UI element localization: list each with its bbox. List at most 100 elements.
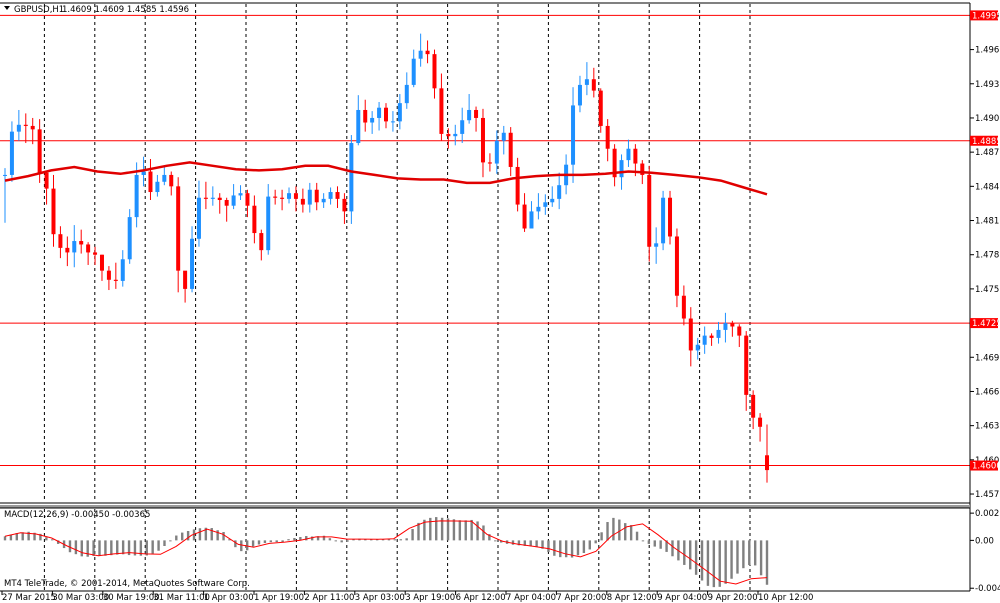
candle-body xyxy=(501,132,506,141)
candle-body xyxy=(522,204,527,229)
macd-histogram-bar xyxy=(482,525,485,541)
candle-body xyxy=(224,200,229,206)
candle-body xyxy=(79,241,84,245)
candle-body xyxy=(619,160,624,178)
macd-histogram-bar xyxy=(564,540,568,558)
macd-histogram-bar xyxy=(612,517,615,541)
macd-histogram-bar xyxy=(198,528,202,541)
macd-histogram-bar xyxy=(405,538,408,541)
candle-body xyxy=(494,140,499,164)
candle-body xyxy=(702,335,707,345)
price-tick-label: 1.4665 xyxy=(975,387,1000,397)
macd-histogram-bar xyxy=(470,519,473,541)
candle-body xyxy=(446,133,451,137)
candle-body xyxy=(363,109,368,123)
macd-histogram-bar xyxy=(464,520,467,541)
price-axis: 1.4995 1.4965 1.4935 1.4905 1.4875 1.4845 1.48… xyxy=(970,11,1000,500)
macd-histogram-bar xyxy=(175,535,178,541)
candle-body xyxy=(557,185,562,199)
candle-body xyxy=(453,133,458,137)
time-tick-label: 3 Apr 19:00 xyxy=(405,593,455,603)
macd-histogram-bar xyxy=(340,540,343,543)
candle-body xyxy=(487,162,492,164)
candle-body xyxy=(72,241,77,253)
candle-body xyxy=(176,186,181,271)
candle-body xyxy=(342,198,347,212)
macd-histogram-bar xyxy=(181,532,184,541)
copyright-label: MT4 TeleTrade, © 2001-2014, MetaQuotes S… xyxy=(4,579,250,589)
candle-body xyxy=(404,84,409,104)
candle-body xyxy=(377,107,382,118)
time-axis: 27 Mar 201530 Mar 03:0030 Mar 19:0031 Ma… xyxy=(1,591,813,603)
macd-histogram-bar xyxy=(458,520,462,541)
candle-body xyxy=(543,202,548,207)
candle-body xyxy=(584,79,589,85)
candle-body xyxy=(259,233,264,251)
candle-body xyxy=(335,192,340,199)
time-tick-label: 31 Mar 11:00 xyxy=(153,593,210,603)
price-tick-label: 1.4695 xyxy=(975,353,1000,363)
time-tick-label: 8 Apr 12:00 xyxy=(607,593,657,603)
candle-body xyxy=(273,196,278,198)
candle-body xyxy=(113,279,118,281)
macd-histogram-bar xyxy=(222,531,225,541)
horizontal-line-tag-label: 1.4885 xyxy=(972,137,1000,147)
candle-body xyxy=(425,50,430,55)
candle-body xyxy=(480,117,485,163)
macd-tick-label: 0.00 xyxy=(975,536,994,546)
candle-body xyxy=(577,84,582,106)
candle-body xyxy=(169,174,174,187)
macd-histogram-bar xyxy=(293,538,296,541)
macd-histogram-bar xyxy=(287,539,290,541)
macd-histogram-bar xyxy=(145,540,148,556)
macd-tick-label: -0.00485 xyxy=(975,584,1000,594)
candle-body xyxy=(709,335,714,338)
price-tick-label: 1.4785 xyxy=(975,251,1000,261)
candle-body xyxy=(93,252,98,255)
macd-histogram-bar xyxy=(759,540,763,576)
time-tick-label: 1 Apr 19:00 xyxy=(254,593,304,603)
macd-histogram-bar xyxy=(694,540,698,575)
candle-body xyxy=(314,189,319,203)
price-tick-label: 1.4965 xyxy=(975,46,1000,56)
macd-histogram-bar xyxy=(110,540,113,556)
candle-body xyxy=(411,58,416,85)
candle-body xyxy=(148,171,153,193)
macd-histogram-bar xyxy=(653,540,656,547)
time-tick-label: 2 Apr 11:00 xyxy=(304,593,354,603)
macd-label: MACD(12,26,9) -0.00450 -0.00365 xyxy=(4,510,150,520)
candle-body xyxy=(3,174,7,176)
macd-histogram-bar xyxy=(736,540,739,574)
candle-body xyxy=(716,329,721,338)
candle-body xyxy=(397,103,402,122)
candle-body xyxy=(127,217,132,260)
candle-body xyxy=(120,259,125,281)
candle-body xyxy=(106,270,111,280)
price-tick-label: 1.4755 xyxy=(975,285,1000,295)
macd-histogram-bar xyxy=(151,540,154,554)
candle-body xyxy=(30,125,35,130)
candle-body xyxy=(571,105,576,165)
macd-histogram-bar xyxy=(411,529,414,541)
candle-body xyxy=(183,270,188,289)
candle-body xyxy=(9,131,14,175)
macd-histogram-bar xyxy=(121,540,125,555)
macd-histogram-bar xyxy=(559,540,562,558)
macd-histogram-bar xyxy=(275,540,278,543)
candle-body xyxy=(626,148,631,161)
candle-body xyxy=(681,295,686,319)
time-tick-label: 9 Apr 04:00 xyxy=(657,593,707,603)
macd-histogram-bar xyxy=(163,540,166,546)
macd-histogram-bar xyxy=(594,540,597,544)
macd-histogram-bar xyxy=(263,540,267,544)
candle-body xyxy=(58,234,63,248)
candle-body xyxy=(65,247,70,253)
macd-histogram-bar xyxy=(712,540,716,588)
candle-body xyxy=(384,107,388,122)
candle-body xyxy=(307,189,312,205)
candle-body xyxy=(86,244,91,253)
macd-histogram-bar xyxy=(629,525,633,541)
macd-histogram-bar xyxy=(3,536,7,541)
candle-body xyxy=(744,335,749,395)
candle-body xyxy=(390,121,395,123)
